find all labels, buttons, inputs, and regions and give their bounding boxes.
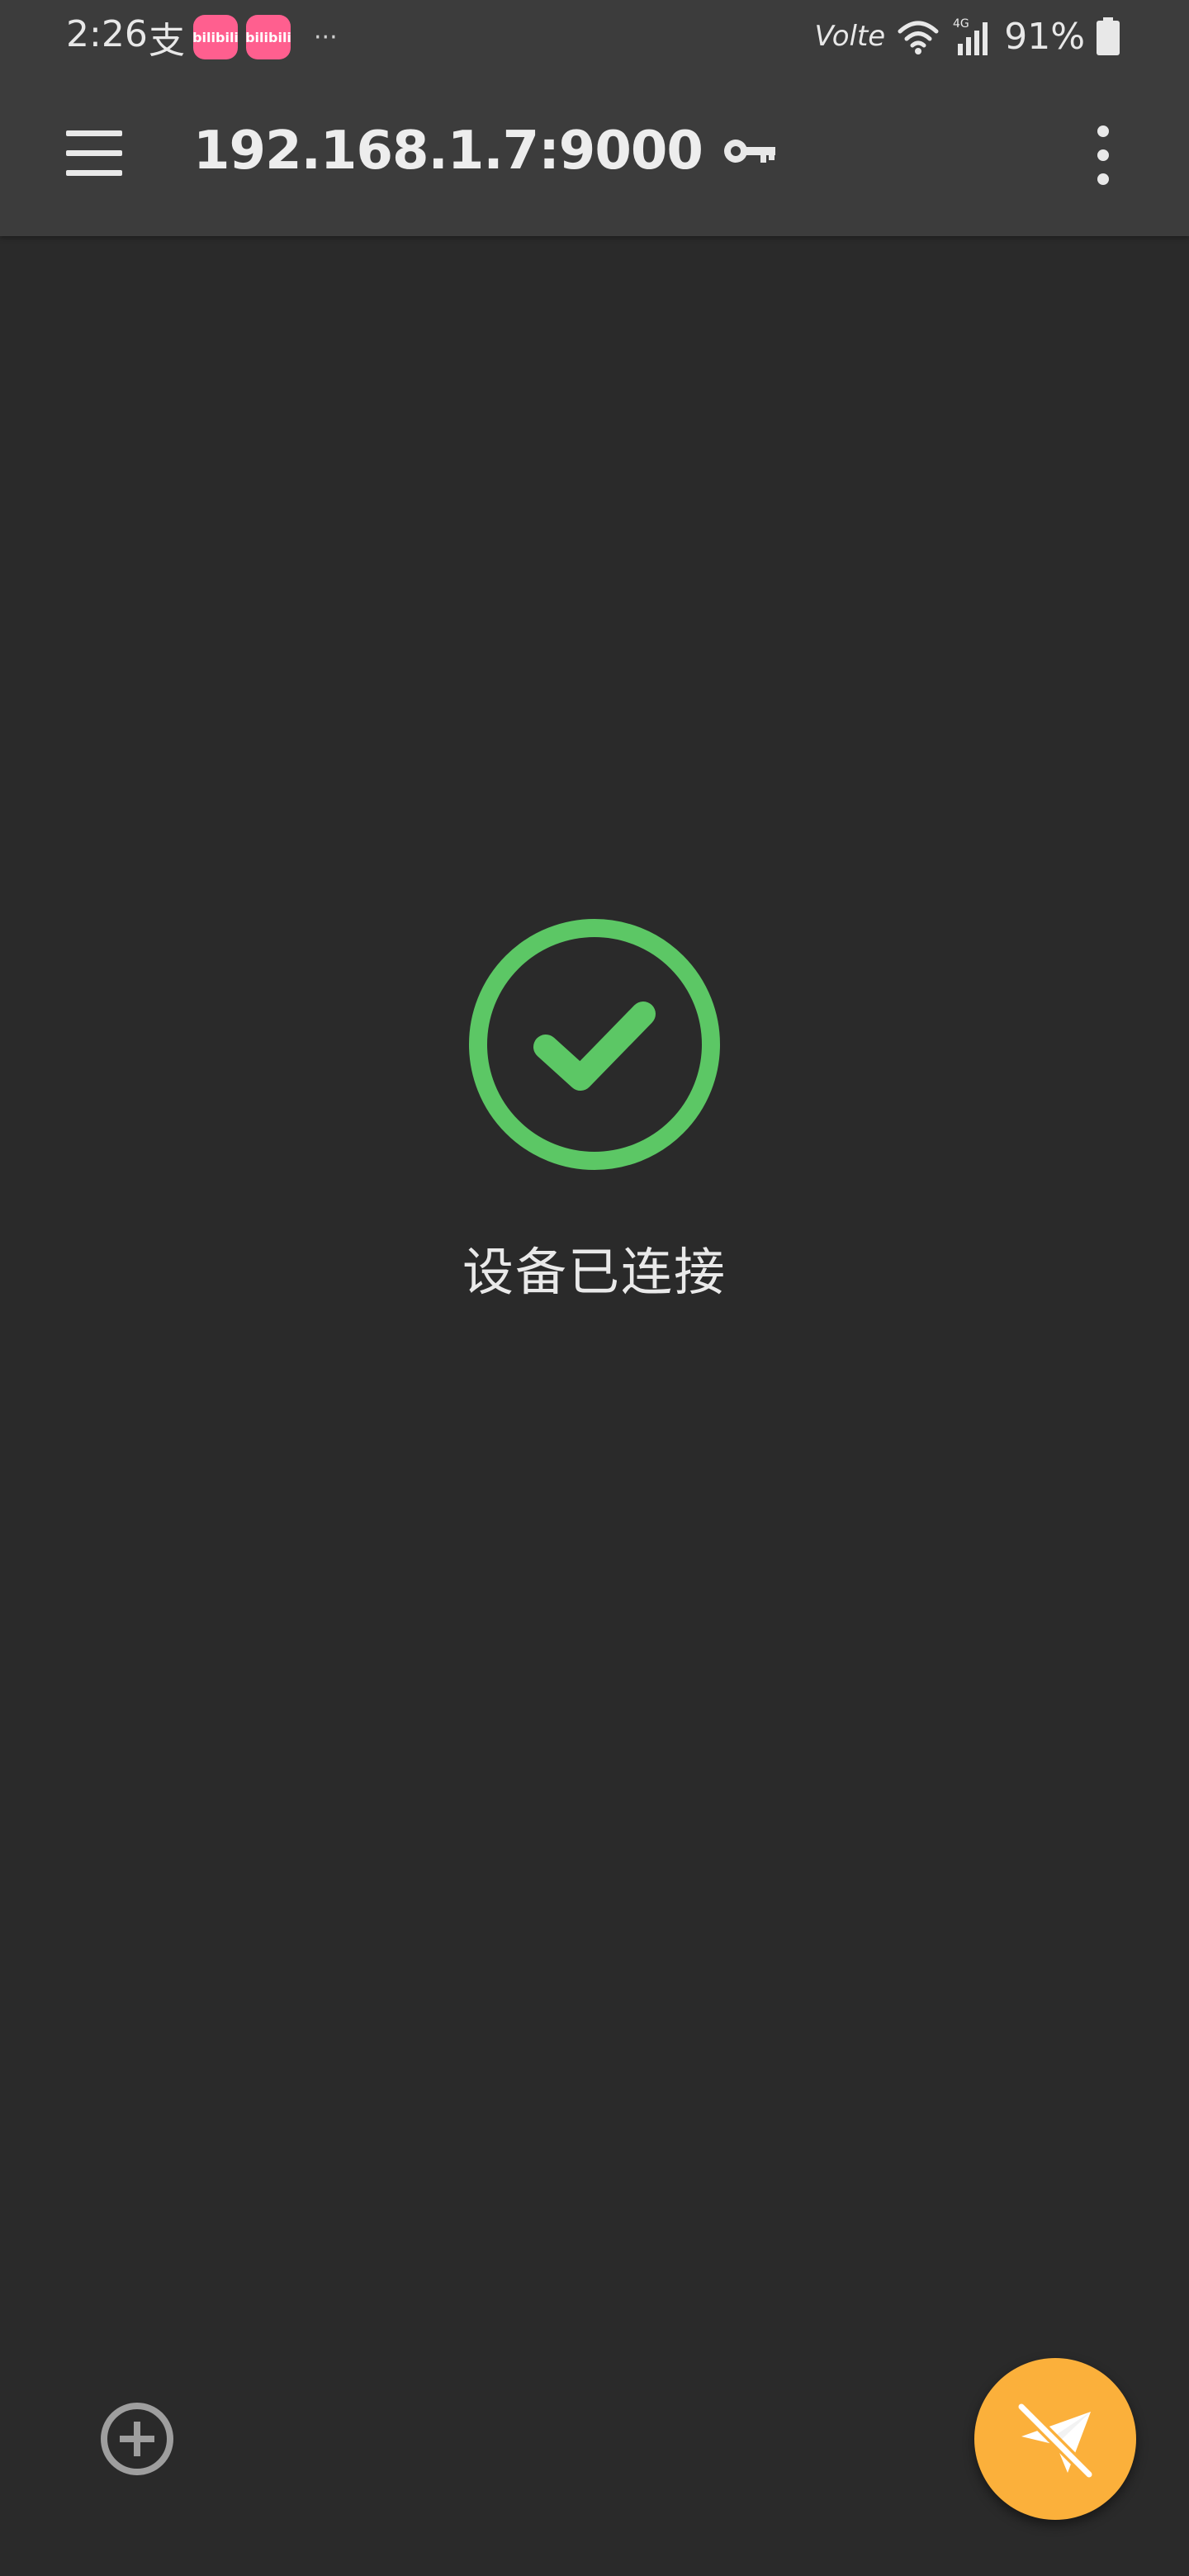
page-title: 192.168.1.7:9000 (193, 121, 703, 182)
bilibili-icon: bilibili (245, 15, 291, 59)
top-app-area: 2:26 支 bilibili bilibili ··· Volte 4G 91… (0, 0, 1189, 236)
connection-status: 设备已连接 (0, 916, 1189, 1305)
wifi-icon (898, 21, 939, 54)
app-bar: 192.168.1.7:9000 (0, 74, 1189, 236)
more-vert-icon[interactable] (1093, 125, 1113, 185)
check-circle-icon (469, 919, 720, 1170)
network-type-label: 4G (953, 17, 969, 31)
key-icon (723, 140, 775, 163)
battery-percent: 91% (1004, 15, 1085, 58)
send-off-icon (1016, 2401, 1095, 2480)
battery-icon (1097, 17, 1120, 55)
add-circle-icon[interactable] (99, 2401, 175, 2477)
status-bar: 2:26 支 bilibili bilibili ··· Volte 4G 91… (0, 0, 1189, 74)
hamburger-menu-icon[interactable] (66, 130, 124, 180)
bilibili-icon: bilibili (192, 15, 239, 59)
status-time: 2:26 (66, 13, 148, 55)
title-group: 192.168.1.7:9000 (193, 121, 777, 182)
alipay-icon: 支 (149, 20, 185, 62)
send-fab-button[interactable] (974, 2358, 1136, 2520)
system-status-icons: Volte 4G 91% (814, 13, 1120, 59)
more-notifications-icon: ··· (314, 22, 338, 52)
volte-icon: Volte (814, 20, 886, 53)
cellular-signal-icon: 4G (953, 17, 988, 55)
notification-icons: 支 bilibili bilibili ··· (149, 15, 338, 62)
connection-status-text: 设备已连接 (462, 1242, 727, 1302)
